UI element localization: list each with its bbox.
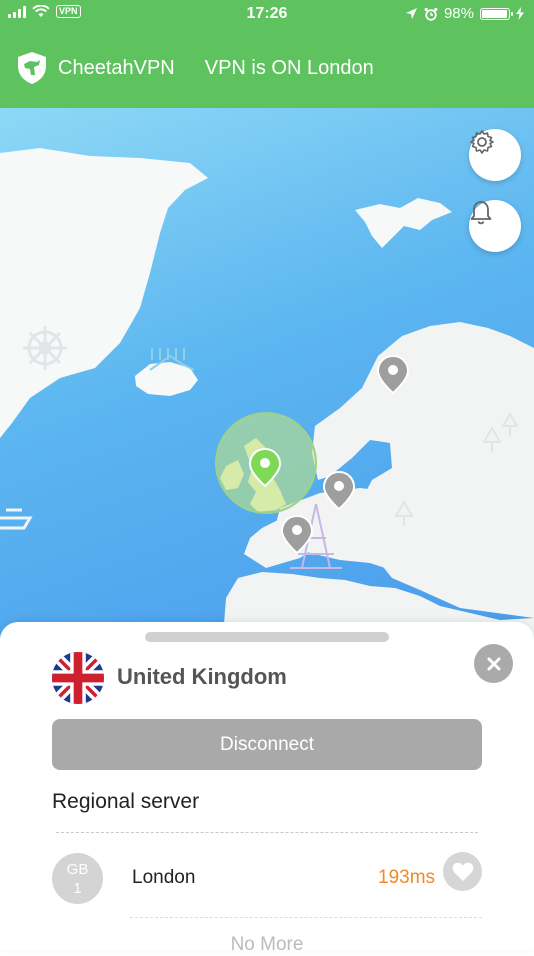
section-title: Regional server: [52, 790, 200, 813]
cheetah-logo-icon: [18, 52, 46, 84]
close-icon: [487, 657, 500, 670]
ship-icon: [0, 508, 33, 530]
uk-flag-icon: [52, 652, 104, 704]
divider: [56, 832, 478, 833]
server-ping: 193ms: [378, 867, 436, 888]
list-end-text: No More: [230, 934, 304, 955]
settings-button[interactable]: [469, 129, 521, 181]
bell-icon: [470, 201, 492, 225]
heart-icon: [452, 862, 473, 881]
app-header-area: VPN 17:26 98% CheetahVPN VPN is ON Londo…: [0, 0, 534, 108]
battery-icon: [480, 7, 513, 20]
server-panel: United Kingdom Disconnect Regional serve…: [0, 622, 534, 955]
map-illustration: [0, 148, 534, 638]
app-bar: CheetahVPN VPN is ON London: [0, 44, 534, 92]
selected-country: United Kingdom: [117, 664, 287, 689]
server-badge-code: GB: [66, 860, 89, 878]
favorite-button[interactable]: [443, 852, 482, 891]
alarm-icon: [424, 7, 438, 21]
app-name: CheetahVPN: [58, 56, 175, 79]
server-map[interactable]: [0, 108, 534, 638]
disconnect-button[interactable]: Disconnect: [52, 719, 482, 770]
svalbard-landmass: [355, 198, 452, 248]
drag-handle[interactable]: [145, 632, 389, 642]
divider: [130, 917, 482, 918]
server-badge: GB 1: [52, 853, 103, 904]
gear-icon: [470, 130, 494, 154]
vpn-status-text: VPN is ON London: [204, 56, 374, 79]
status-bar: VPN 17:26 98%: [0, 0, 534, 28]
close-panel-button[interactable]: [474, 644, 513, 683]
charging-bolt-icon: [516, 7, 524, 20]
status-right: 98%: [405, 5, 524, 22]
greenland-landmass: [0, 148, 208, 438]
battery-percent: 98%: [443, 5, 474, 22]
location-arrow-icon: [405, 8, 417, 19]
server-badge-number: 1: [73, 879, 82, 897]
notifications-button[interactable]: [469, 200, 521, 252]
server-city: London: [132, 867, 196, 888]
